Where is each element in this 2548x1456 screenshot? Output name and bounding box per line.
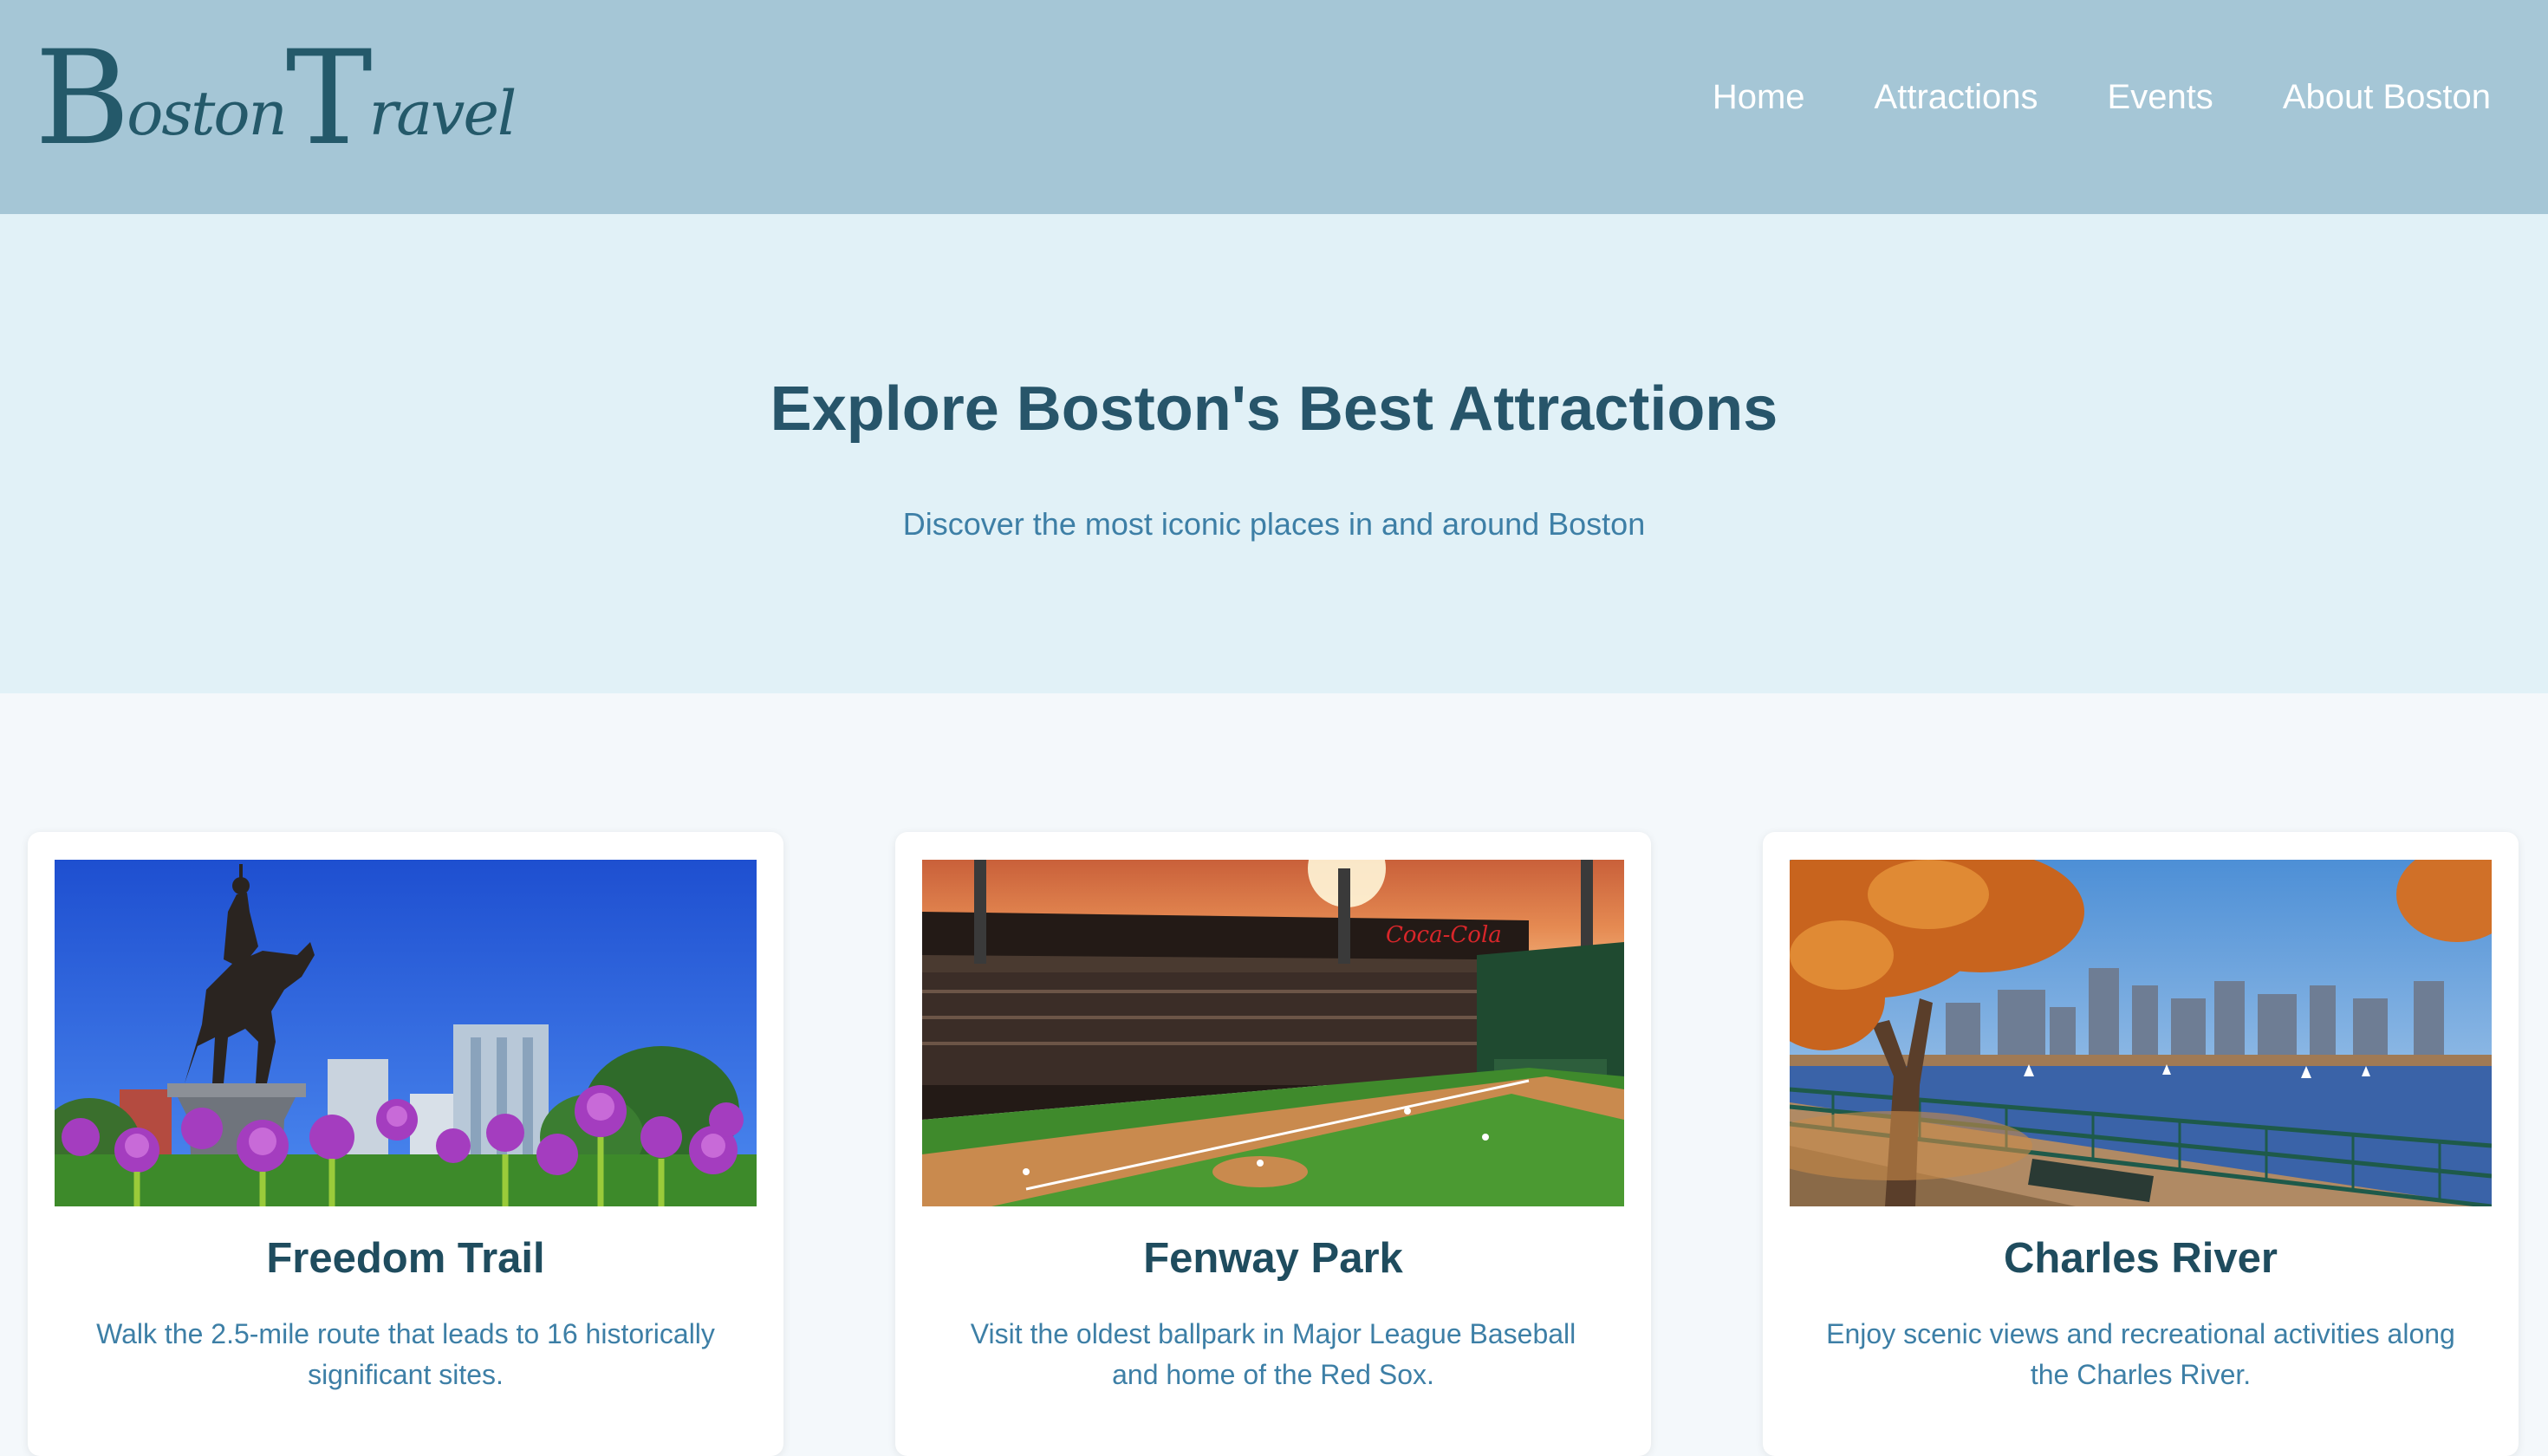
card-title: Freedom Trail xyxy=(266,1235,545,1282)
card-description: Walk the 2.5-mile route that leads to 16… xyxy=(96,1318,715,1390)
site-header: B oston T ravel Home Attractions Events … xyxy=(0,0,2548,214)
logo-letter-t: T xyxy=(285,23,373,174)
logo-script-oston: oston xyxy=(127,78,287,149)
nav-home[interactable]: Home xyxy=(1713,71,1805,123)
card-description: Enjoy scenic views and recreational acti… xyxy=(1826,1318,2455,1390)
charles-river-image xyxy=(1790,860,2492,1206)
main-nav: Home Attractions Events About Boston xyxy=(1713,71,2491,123)
hero-title: Explore Boston's Best Attractions xyxy=(770,374,1778,444)
nav-about-boston[interactable]: About Boston xyxy=(2283,71,2491,123)
site-logo[interactable]: B oston T ravel xyxy=(35,23,517,174)
attraction-card-freedom-trail[interactable]: Freedom Trail Walk the 2.5-mile route th… xyxy=(28,832,783,1456)
svg-text:Coca-Cola: Coca-Cola xyxy=(1386,922,1502,948)
nav-attractions[interactable]: Attractions xyxy=(1875,71,2038,123)
fenway-park-image: Coca-Cola xyxy=(922,860,1624,1206)
card-description: Visit the oldest ballpark in Major Leagu… xyxy=(970,1318,1576,1390)
hero-subtitle: Discover the most iconic places in and a… xyxy=(902,506,1646,542)
attraction-card-fenway-park[interactable]: Coca-Cola Fenway Park Visit the oldest b… xyxy=(895,832,1651,1456)
card-title: Fenway Park xyxy=(1143,1235,1403,1282)
attraction-card-charles-river[interactable]: Charles River Enjoy scenic views and rec… xyxy=(1763,832,2519,1456)
logo-letter-b: B xyxy=(35,23,130,174)
nav-events[interactable]: Events xyxy=(2108,71,2213,123)
freedom-trail-image xyxy=(55,860,757,1206)
card-title: Charles River xyxy=(2004,1235,2278,1282)
logo-script-ravel: ravel xyxy=(368,78,517,149)
hero-section: Explore Boston's Best Attractions Discov… xyxy=(0,214,2548,693)
